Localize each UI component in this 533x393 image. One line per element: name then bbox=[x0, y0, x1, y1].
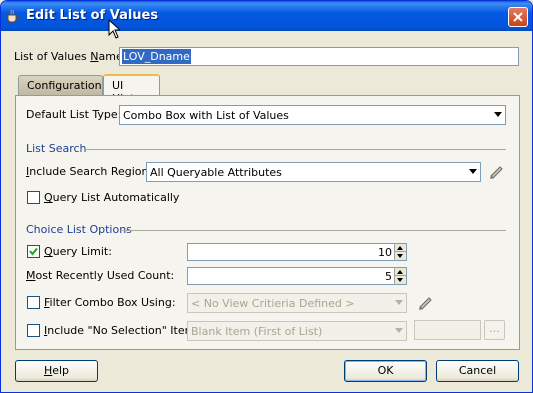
spin-up-icon[interactable] bbox=[395, 268, 406, 276]
query-limit-label-post: uery Limit: bbox=[52, 245, 112, 258]
help-button[interactable]: Help bbox=[15, 360, 98, 382]
no-selection-value: Blank Item (First of List) bbox=[191, 325, 323, 338]
list-search-heading: List Search bbox=[26, 142, 87, 155]
filter-combo-label-post: ilter Combo Box Using: bbox=[49, 296, 176, 309]
tab-configuration-label: Configuration bbox=[27, 79, 102, 92]
no-selection-browse-button[interactable]: ... bbox=[484, 320, 505, 340]
mru-count-mnemonic: M bbox=[26, 269, 36, 282]
default-list-type-value: Combo Box with List of Values bbox=[123, 109, 289, 122]
mru-count-spinner[interactable]: 5 bbox=[187, 267, 407, 285]
filter-combo-checkbox[interactable] bbox=[27, 296, 40, 309]
filter-combo-select[interactable]: < No View Critieria Defined > bbox=[187, 293, 407, 313]
default-list-type-select[interactable]: Combo Box with List of Values bbox=[119, 105, 506, 125]
spin-down-icon[interactable] bbox=[395, 252, 406, 260]
checkmark-icon bbox=[29, 247, 38, 256]
lov-name-label-pre: List of Values bbox=[14, 50, 91, 63]
query-limit-mnemonic: Q bbox=[44, 245, 53, 258]
query-automatically-label: Query List Automatically bbox=[44, 191, 179, 204]
filter-combo-label: Filter Combo Box Using: bbox=[44, 296, 176, 309]
lov-name-value: LOV_Dname bbox=[122, 49, 191, 64]
mouse-pointer-icon bbox=[108, 19, 120, 39]
edit-pencil-icon[interactable] bbox=[417, 294, 433, 310]
ok-button[interactable]: OK bbox=[344, 360, 427, 382]
window-title: Edit List of Values bbox=[26, 8, 159, 23]
lov-name-label: List of Values Name: bbox=[14, 50, 126, 63]
mru-count-label-post: ost Recently Used Count: bbox=[35, 269, 175, 282]
help-mnemonic: H bbox=[43, 364, 53, 377]
include-search-region-select[interactable]: All Queryable Attributes bbox=[146, 162, 481, 182]
mru-count-value: 5 bbox=[385, 270, 392, 283]
no-selection-text-field[interactable] bbox=[414, 320, 481, 340]
query-automatically-checkbox[interactable] bbox=[27, 191, 40, 204]
no-selection-select[interactable]: Blank Item (First of List) bbox=[187, 321, 407, 341]
include-search-region-label: Include Search Region: bbox=[26, 165, 152, 178]
query-limit-checkbox[interactable] bbox=[27, 245, 40, 258]
query-limit-value: 10 bbox=[378, 246, 392, 259]
spin-up-icon[interactable] bbox=[395, 244, 406, 252]
chevron-down-icon bbox=[469, 169, 477, 174]
lov-name-field[interactable]: LOV_Dname bbox=[119, 47, 519, 66]
chevron-down-icon bbox=[395, 328, 403, 333]
lov-name-label-mnemonic: N bbox=[90, 50, 99, 63]
include-search-region-label-post: nclude Search Region: bbox=[29, 165, 153, 178]
chevron-down-icon bbox=[395, 300, 403, 305]
query-limit-spin-buttons bbox=[394, 244, 406, 260]
query-automatically-mnemonic: Q bbox=[44, 191, 53, 204]
edit-pencil-icon[interactable] bbox=[488, 163, 504, 179]
help-label-post: elp bbox=[52, 364, 70, 377]
tab-configuration[interactable]: Configuration bbox=[18, 75, 103, 95]
chevron-down-icon bbox=[494, 112, 502, 117]
choice-list-heading: Choice List Options bbox=[26, 223, 132, 236]
coffee-cup-icon bbox=[7, 9, 19, 23]
no-selection-label: Include "No Selection" Item: bbox=[44, 324, 199, 337]
default-list-type-label: Default List Type: bbox=[26, 108, 122, 121]
query-limit-spinner[interactable]: 10 bbox=[187, 243, 407, 261]
edit-lov-dialog: Edit List of Values List of Values Name:… bbox=[0, 0, 533, 393]
no-selection-checkbox[interactable] bbox=[27, 324, 40, 337]
choice-list-separator bbox=[122, 230, 506, 231]
mru-count-spin-buttons bbox=[394, 268, 406, 284]
query-automatically-label-post: uery List Automatically bbox=[52, 191, 180, 204]
query-limit-label: Query Limit: bbox=[44, 245, 112, 258]
spin-down-icon[interactable] bbox=[395, 276, 406, 284]
list-search-separator bbox=[85, 149, 506, 150]
no-selection-label-post: nclude "No Selection" Item: bbox=[47, 324, 200, 337]
cancel-button[interactable]: Cancel bbox=[436, 360, 519, 382]
tab-ui-hints[interactable]: UI Hints bbox=[103, 74, 160, 105]
title-bar[interactable]: Edit List of Values bbox=[1, 1, 532, 39]
include-search-region-value: All Queryable Attributes bbox=[150, 166, 282, 179]
mru-count-label: Most Recently Used Count: bbox=[26, 269, 174, 282]
filter-combo-value: < No View Critieria Defined > bbox=[191, 297, 355, 310]
close-button[interactable] bbox=[508, 7, 528, 27]
close-icon bbox=[513, 12, 523, 22]
